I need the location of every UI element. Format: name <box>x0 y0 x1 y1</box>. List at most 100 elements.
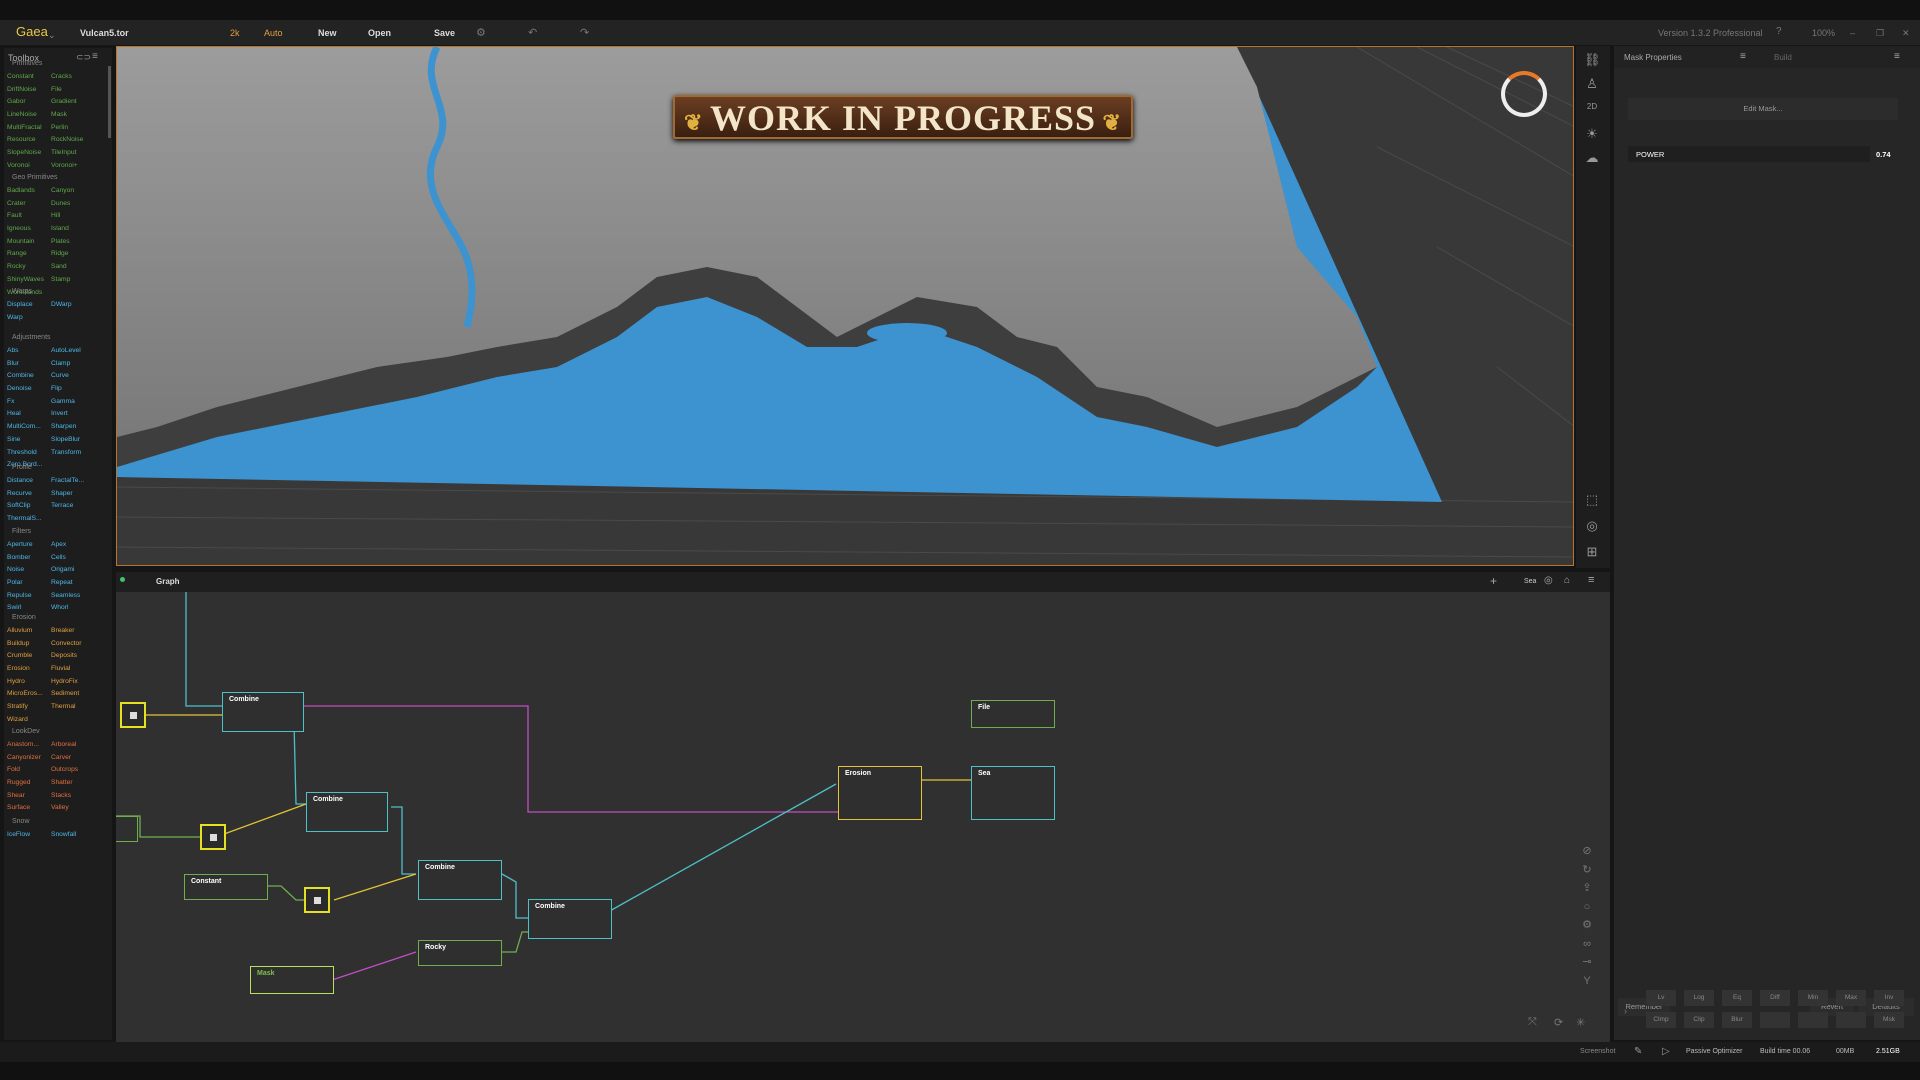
settings-icon[interactable]: ⚙ <box>476 26 486 39</box>
combine-node-3[interactable]: Combine <box>418 860 502 900</box>
toolbox-item[interactable]: Ridge <box>51 249 101 259</box>
grid-icon[interactable]: ⊞ <box>1584 544 1600 560</box>
toolbox-item[interactable]: Sediment <box>51 689 101 699</box>
toolbox-item[interactable]: Gradient <box>51 97 101 107</box>
toolbox-item[interactable]: Deposits <box>51 651 101 661</box>
sea-label[interactable]: Sea <box>1524 578 1536 585</box>
toolbox-item[interactable]: Blur <box>7 359 51 369</box>
toolbox-item[interactable]: Wizard <box>7 715 51 725</box>
no-icon[interactable]: ⊘ <box>1580 842 1594 861</box>
toolbox-item[interactable]: Buildup <box>7 639 51 649</box>
maximize-icon[interactable]: ❐ <box>1876 28 1884 39</box>
toolbox-item[interactable]: Curve <box>51 371 101 381</box>
export-icon[interactable]: ⇪ <box>1580 879 1594 898</box>
toolbox-item[interactable]: Voronoi+ <box>51 161 101 171</box>
modifier-button[interactable]: Blur <box>1722 1012 1752 1028</box>
2d-toggle[interactable]: 2D <box>1584 102 1600 118</box>
toolbox-item[interactable]: Heal <box>7 409 51 419</box>
toolbox-item[interactable]: Stacks <box>51 791 101 801</box>
person-icon[interactable]: ♙ <box>1584 76 1600 92</box>
toolbox-item[interactable]: Shaper <box>51 489 101 499</box>
power-field[interactable]: POWER <box>1628 146 1870 162</box>
zoom-dropdown[interactable]: 100% <box>1812 28 1835 38</box>
sea-node[interactable]: Sea <box>971 766 1055 820</box>
toolbox-section-header[interactable]: Filters <box>12 528 31 535</box>
save-button[interactable]: Save <box>434 28 455 38</box>
toolbox-item[interactable]: Crumble <box>7 651 51 661</box>
toolbox-item[interactable]: Repulse <box>7 591 51 601</box>
toolbox-item[interactable]: SlopeBlur <box>51 435 101 445</box>
pencil-icon[interactable]: ✎ <box>1634 1046 1642 1057</box>
toolbox-item[interactable]: Crater <box>7 199 51 209</box>
combine-node-4[interactable]: Combine <box>528 899 612 939</box>
toolbox-item[interactable]: Sharpen <box>51 422 101 432</box>
tab-graph[interactable]: Graph <box>156 577 180 586</box>
play-icon[interactable]: ▷ <box>1662 1046 1670 1057</box>
toolbox-item[interactable]: ThermalS... <box>7 514 51 524</box>
toolbox-section-header[interactable]: Adjustments <box>12 334 51 341</box>
modifier-button[interactable]: Min <box>1798 990 1828 1006</box>
toolbox-item[interactable]: Invert <box>51 409 101 419</box>
build-menu-icon[interactable]: ≡ <box>1894 51 1900 62</box>
link-icon[interactable]: ⛓ <box>1584 52 1601 68</box>
toolbox-item[interactable]: SoftClip <box>7 501 51 511</box>
fit-icon[interactable]: ⤧ <box>1528 1016 1537 1029</box>
toolbox-item[interactable]: Igneous <box>7 224 51 234</box>
toolbox-item[interactable]: Repeat <box>51 578 101 588</box>
expand-icon[interactable]: › <box>1624 1006 1627 1016</box>
node-graph[interactable]: Combine Combine Constant Combine Combine… <box>116 592 1610 1042</box>
modifier-button[interactable]: Log <box>1684 990 1714 1006</box>
home-icon[interactable]: ⌂ <box>1564 575 1570 586</box>
toolbox-item[interactable]: AutoLevel <box>51 346 101 356</box>
menu-icon[interactable]: ≡ <box>92 51 98 62</box>
toolbox-item[interactable]: File <box>51 85 101 95</box>
toolbox-item[interactable]: DriftNoise <box>7 85 51 95</box>
graph-menu-icon[interactable]: ≡ <box>1588 574 1594 586</box>
toolbox-item[interactable]: Gabor <box>7 97 51 107</box>
toolbox-item[interactable]: Flip <box>51 384 101 394</box>
toolbox-item[interactable]: Stamp <box>51 275 101 285</box>
toolbox-item[interactable]: Island <box>51 224 101 234</box>
modifier-button[interactable]: Msk <box>1874 1012 1904 1028</box>
toolbox-item[interactable]: Distance <box>7 476 51 486</box>
toolbox-item[interactable]: MultiFractal <box>7 123 51 133</box>
link-icon[interactable]: ∞ <box>1580 935 1594 954</box>
toolbox-scrollbar[interactable] <box>108 66 111 138</box>
toolbox-section-header[interactable]: Snow <box>12 818 30 825</box>
new-button[interactable]: New <box>318 28 337 38</box>
burst-icon[interactable]: ✳ <box>1576 1016 1585 1029</box>
modifier-button[interactable]: Inv <box>1874 990 1904 1006</box>
toolbox-item[interactable]: Valley <box>51 803 101 813</box>
toolbox-section-header[interactable]: LookDev <box>12 728 40 735</box>
toolbox-item[interactable]: HydroFix <box>51 677 101 687</box>
modifier-button[interactable]: Clmp <box>1646 1012 1676 1028</box>
redo-icon[interactable]: ↷ <box>580 26 589 39</box>
frame-icon[interactable]: ⬚ <box>1584 492 1600 508</box>
toolbox-item[interactable]: Outcrops <box>51 765 101 775</box>
toolbox-section-header[interactable]: Erosion <box>12 614 36 621</box>
combine-node-1[interactable]: Combine <box>222 692 304 732</box>
toolbox-item[interactable]: Recurve <box>7 489 51 499</box>
cycle-icon[interactable]: ⟳ <box>1554 1016 1563 1029</box>
mode-dropdown[interactable]: Auto <box>264 28 283 38</box>
toolbox-item[interactable]: Alluvium <box>7 626 51 636</box>
toolbox-item[interactable]: Polar <box>7 578 51 588</box>
toolbox-item[interactable]: Sine <box>7 435 51 445</box>
toolbox-item[interactable]: Warp <box>7 313 51 323</box>
toolbox-item[interactable]: RockNoise <box>51 135 101 145</box>
toolbox-item[interactable]: Swirl <box>7 603 51 613</box>
power-value[interactable]: 0.74 <box>1876 150 1891 159</box>
toolbox-item[interactable]: Breaker <box>51 626 101 636</box>
resolution-dropdown[interactable]: 2k <box>230 28 240 38</box>
modifier-button[interactable] <box>1760 1012 1790 1028</box>
toolbox-section-header[interactable]: Warps <box>12 288 32 295</box>
toolbox-item[interactable]: Clamp <box>51 359 101 369</box>
toolbox-item[interactable]: Shatter <box>51 778 101 788</box>
toolbox-item[interactable]: Fault <box>7 211 51 221</box>
toolbox-item[interactable]: ShinyWaves <box>7 275 51 285</box>
toolbox-item[interactable]: Sand <box>51 262 101 272</box>
toolbox-item[interactable]: Hill <box>51 211 101 221</box>
erosion-node[interactable]: Erosion <box>838 766 922 820</box>
portal-node-3[interactable] <box>304 887 330 913</box>
toolbox-item[interactable]: Shear <box>7 791 51 801</box>
